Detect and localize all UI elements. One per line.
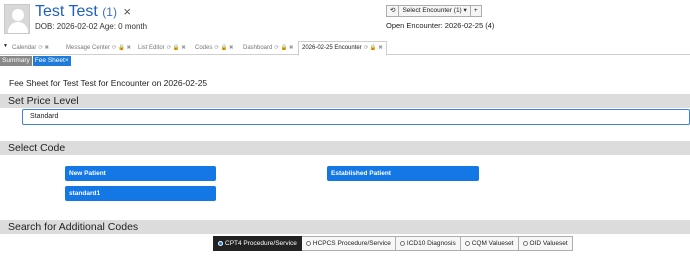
avatar-body-shape	[8, 22, 28, 33]
close-patient-icon[interactable]: ×	[123, 4, 131, 19]
tab-label: Calendar	[12, 45, 37, 51]
avatar-head-shape	[12, 9, 24, 21]
section-search-codes: Search for Additional Codes	[0, 220, 690, 234]
tab-label: List Editor	[138, 45, 165, 51]
section-select-code: Select Code	[0, 141, 690, 155]
tab-codes[interactable]: Codes ⟳ 🔒 ✖	[192, 42, 236, 55]
close-icon[interactable]: ×	[65, 57, 69, 64]
patient-name[interactable]: Test Test	[35, 3, 98, 20]
radio-unselected-icon	[464, 241, 470, 246]
tab-label: 2026-02-25 Encounter	[302, 45, 362, 51]
patient-header: Test Test (1) × DOB: 2026-02-02 Age: 0 m…	[0, 0, 690, 38]
tab-actions-icons[interactable]: ⟳ ✖	[38, 45, 49, 51]
tab-label: Codes	[195, 45, 213, 51]
tab-actions-icons[interactable]: ⟳ 🔒 ✖	[364, 45, 383, 51]
fee-sheet-title: Fee Sheet for Test Test for Encounter on…	[9, 78, 208, 88]
encounter-button-group: ⟲ Select Encounter (1) ▾ +	[386, 5, 482, 17]
tab-list-editor[interactable]: List Editor ⟳ 🔒 ✖	[135, 42, 189, 55]
add-encounter-button[interactable]: +	[470, 5, 482, 17]
radio-label: HCPCS Procedure/Service	[312, 240, 391, 247]
tab-actions-icons[interactable]: ⟳ 🔒 ✖	[112, 45, 131, 51]
tab-label: Dashboard	[243, 45, 273, 51]
tab-actions-icons[interactable]: ⟳ 🔒 ✖	[167, 45, 186, 51]
radio-unselected-icon	[522, 241, 528, 246]
select-encounter-label: Select Encounter	[402, 7, 452, 14]
standard1-button[interactable]: standard1	[65, 186, 216, 201]
main-tab-strip: ▼ Calendar ⟳ ✖ Message Center ⟳ 🔒 ✖ List E…	[0, 39, 690, 56]
refresh-encounter-button[interactable]: ⟲	[386, 5, 400, 17]
tab-dashboard[interactable]: Dashboard ⟳ 🔒 ✖	[240, 42, 296, 55]
select-encounter-count: (1)	[453, 7, 462, 14]
select-encounter-button[interactable]: Select Encounter (1) ▾	[399, 5, 471, 17]
chevron-down-icon: ▾	[463, 7, 467, 14]
tab-calendar[interactable]: Calendar ⟳ ✖	[9, 42, 52, 55]
radio-label: ICD10 Diagnosis	[406, 240, 456, 247]
radio-label: CPT4 Procedure/Service	[225, 240, 297, 247]
avatar	[4, 4, 30, 34]
radio-label: OID Valueset	[529, 240, 568, 247]
tab-actions-icons[interactable]: ⟳ 🔒 ✖	[274, 45, 293, 51]
patient-count: (1)	[102, 5, 117, 19]
subtab-fee-sheet[interactable]: Fee Sheet×	[32, 56, 71, 66]
patient-dob-age: DOB: 2026-02-02 Age: 0 month	[35, 22, 148, 31]
subtab-fee-sheet-label: Fee Sheet	[34, 57, 65, 64]
radio-label: CQM Valueset	[471, 240, 514, 247]
subtab-summary[interactable]: Summary	[0, 56, 32, 66]
radio-cqm[interactable]: CQM Valueset	[460, 236, 519, 251]
tab-label: Message Center	[66, 45, 111, 51]
established-patient-button[interactable]: Established Patient	[327, 166, 479, 181]
section-price-level: Set Price Level	[0, 94, 690, 108]
encounter-sub-tabs: Summary Fee Sheet×	[0, 56, 72, 66]
patient-name-row: Test Test (1) ×	[35, 3, 131, 21]
collapse-chevron-icon[interactable]: ▼	[3, 43, 8, 49]
code-type-radio-group: CPT4 Procedure/Service HCPCS Procedure/S…	[213, 236, 573, 251]
radio-hcpcs[interactable]: HCPCS Procedure/Service	[301, 236, 396, 251]
price-level-select[interactable]: Standard	[22, 109, 690, 125]
tab-message-center[interactable]: Message Center ⟳ 🔒 ✖	[63, 42, 134, 55]
tab-actions-icons[interactable]: ⟳ 🔒 ✖	[214, 45, 233, 51]
radio-cpt4[interactable]: CPT4 Procedure/Service	[213, 236, 302, 251]
radio-selected-icon	[218, 241, 223, 246]
open-encounter-text: Open Encounter: 2026-02-25 (4)	[386, 21, 495, 30]
radio-unselected-icon	[399, 241, 405, 246]
radio-unselected-icon	[305, 241, 311, 246]
tab-encounter[interactable]: 2026-02-25 Encounter ⟳ 🔒 ✖	[298, 41, 387, 56]
radio-icd10[interactable]: ICD10 Diagnosis	[395, 236, 461, 251]
new-patient-button[interactable]: New Patient	[65, 166, 216, 181]
radio-oid[interactable]: OID Valueset	[518, 236, 573, 251]
